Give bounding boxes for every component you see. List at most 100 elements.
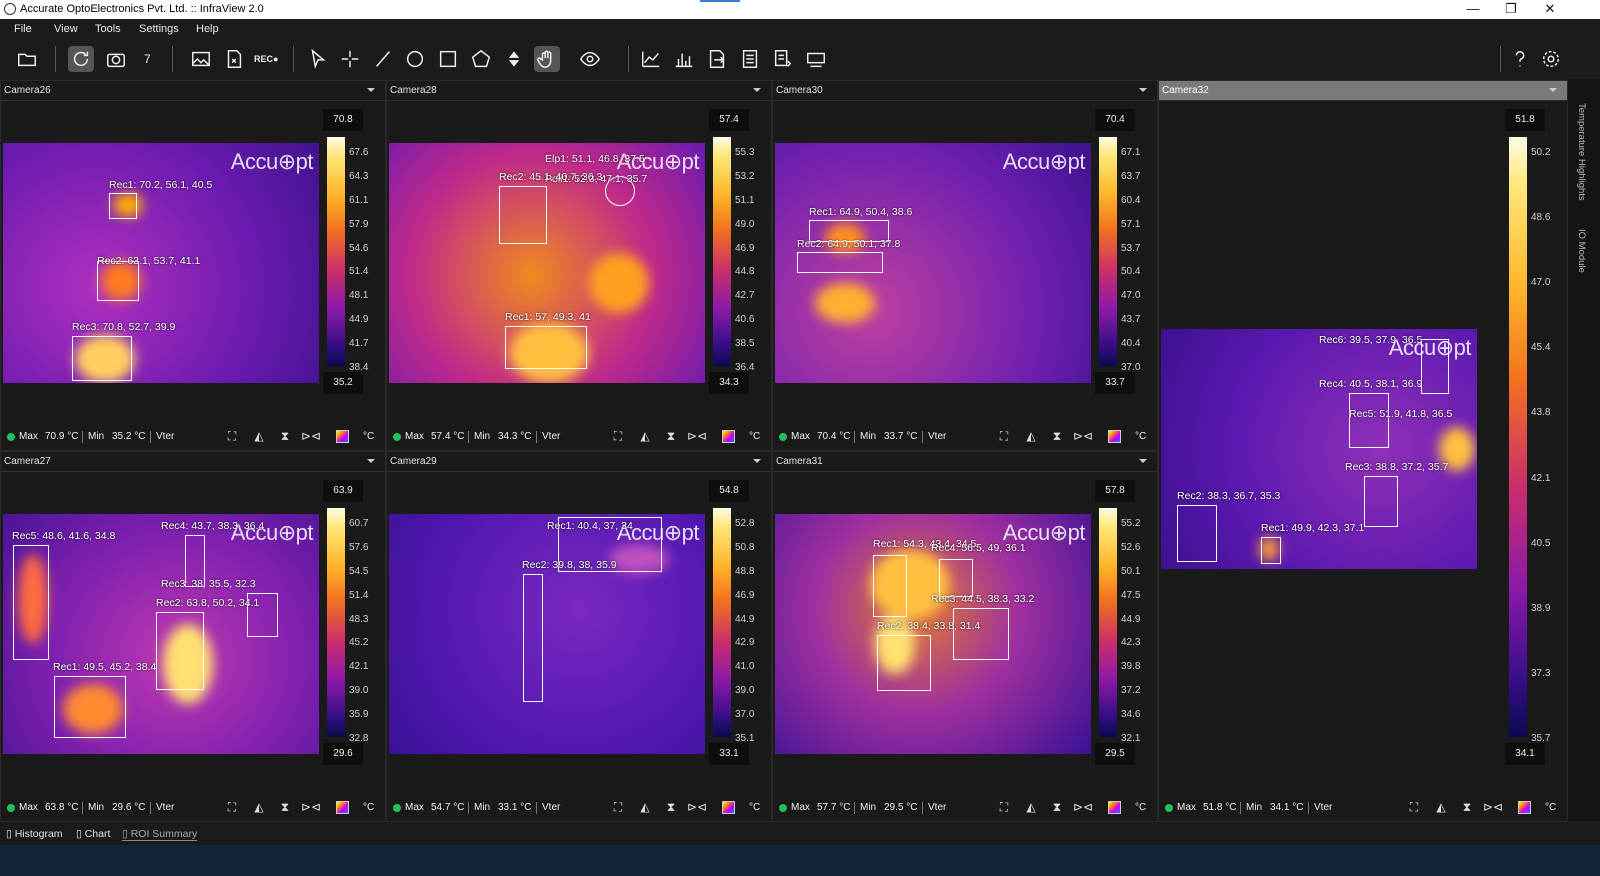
palette-icon[interactable] <box>722 801 735 814</box>
flip-horizontal-icon[interactable]: ⧗ <box>1459 799 1475 815</box>
palette-icon[interactable] <box>1518 801 1531 814</box>
roi-box[interactable] <box>1261 537 1281 564</box>
thermal-image[interactable]: Accu⊕pt Rec1: 40.4, 37, 34 Rec2: 39.8, 38,… <box>389 514 705 754</box>
fullscreen-icon[interactable]: ⛶ <box>996 428 1012 444</box>
palette-icon[interactable] <box>1108 801 1121 814</box>
fullscreen-icon[interactable]: ⛶ <box>224 799 240 815</box>
updown-icon[interactable] <box>501 46 527 72</box>
help-icon[interactable] <box>1507 46 1533 72</box>
image-icon[interactable] <box>188 46 214 72</box>
flip-horizontal-icon[interactable]: ⧗ <box>277 799 293 815</box>
rectangle-icon[interactable] <box>435 46 461 72</box>
roi-box[interactable] <box>13 545 49 660</box>
flip-horizontal-icon[interactable]: ⧗ <box>663 799 679 815</box>
camera-panel-camera27[interactable]: Camera27 Accu⊕pt Rec5: 48.6, 41.6, 34.8 Rec… <box>0 451 386 822</box>
flip-vertical-icon[interactable]: ◭ <box>1433 799 1449 815</box>
roi-box[interactable] <box>54 676 126 738</box>
menu-help[interactable]: Help <box>196 23 219 35</box>
unit-toggle[interactable]: °C <box>1135 802 1146 813</box>
flip-horizontal-icon[interactable]: ⧗ <box>277 428 293 444</box>
mirror-icon[interactable]: ⊳⊲ <box>301 799 321 815</box>
report-icon[interactable] <box>737 46 763 72</box>
roi-box[interactable] <box>877 635 931 691</box>
bar-chart-icon[interactable] <box>671 46 697 72</box>
flip-vertical-icon[interactable]: ◭ <box>251 799 267 815</box>
unit-toggle[interactable]: °C <box>363 802 374 813</box>
roi-box[interactable] <box>156 612 204 690</box>
thermal-image[interactable]: Accu⊕pt Rec1: 70.2, 56.1, 40.5 Rec2: 63.1,… <box>3 143 319 383</box>
menu-view[interactable]: View <box>54 23 78 35</box>
thermal-image[interactable]: Accu⊕pt Rec1: 54.3, 43.4, 34.5 Rec4: 56.5,… <box>775 514 1091 754</box>
menu-settings[interactable]: Settings <box>139 23 179 35</box>
export-icon[interactable] <box>221 46 247 72</box>
thermal-image[interactable]: Accu⊕pt Rec6: 39.5, 37.9, 36.5 Rec4: 40.5,… <box>1161 329 1477 569</box>
line-chart-icon[interactable] <box>638 46 664 72</box>
eye-icon[interactable] <box>577 46 603 72</box>
flip-vertical-icon[interactable]: ◭ <box>1023 428 1039 444</box>
roi-box[interactable] <box>873 555 907 617</box>
menu-tools[interactable]: Tools <box>95 23 121 35</box>
temperature-highlights-tab[interactable]: Temperature Highlights <box>1576 103 1587 201</box>
report-export-icon[interactable] <box>704 46 730 72</box>
tab-chart[interactable]: ▯ Chart <box>76 828 110 840</box>
roi-box[interactable] <box>1349 393 1389 448</box>
mirror-icon[interactable]: ⊳⊲ <box>687 428 707 444</box>
unit-toggle[interactable]: °C <box>1135 431 1146 442</box>
roi-box[interactable] <box>797 252 883 273</box>
unit-toggle[interactable]: °C <box>1545 802 1556 813</box>
mirror-icon[interactable]: ⊳⊲ <box>1483 799 1503 815</box>
unit-toggle[interactable]: °C <box>749 431 760 442</box>
roi-box[interactable] <box>72 336 132 381</box>
camera-panel-camera30[interactable]: Camera30 Accu⊕pt Rec1: 64.9, 50.4, 38.6 Rec… <box>772 80 1158 451</box>
fullscreen-icon[interactable]: ⛶ <box>610 428 626 444</box>
roi-box[interactable] <box>1177 505 1217 562</box>
line-icon[interactable] <box>370 46 396 72</box>
camera-icon[interactable] <box>103 46 129 72</box>
roi-box[interactable] <box>505 326 587 369</box>
tab-roi-summary[interactable]: ▯ ROI Summary <box>122 828 198 841</box>
palette-icon[interactable] <box>336 801 349 814</box>
maximize-button[interactable]: ❐ <box>1496 1 1526 17</box>
fullscreen-icon[interactable]: ⛶ <box>610 799 626 815</box>
camera-panel-camera32[interactable]: Camera32 Accu⊕pt Rec6: 39.5, 37.9, 36.5 Rec… <box>1158 80 1568 822</box>
minimize-button[interactable]: — <box>1458 1 1488 16</box>
flip-horizontal-icon[interactable]: ⧗ <box>663 428 679 444</box>
mirror-icon[interactable]: ⊳⊲ <box>687 799 707 815</box>
pointer-icon[interactable] <box>305 46 331 72</box>
flip-vertical-icon[interactable]: ◭ <box>637 799 653 815</box>
roi-box[interactable] <box>1421 339 1449 394</box>
hand-icon[interactable] <box>534 46 560 72</box>
palette-icon[interactable] <box>336 430 349 443</box>
fullscreen-icon[interactable]: ⛶ <box>1406 799 1422 815</box>
tab-histogram[interactable]: ▯ Histogram <box>6 828 63 840</box>
camera-panel-camera31[interactable]: Camera31 Accu⊕pt Rec1: 54.3, 43.4, 34.5 Rec… <box>772 451 1158 822</box>
roi-box[interactable] <box>109 193 137 219</box>
camera-panel-camera28[interactable]: Camera28 Accu⊕pt Elp1: 51.1, 46.8, 37.5 Pol… <box>386 80 772 451</box>
io-module-tab[interactable]: IO Module <box>1576 229 1587 273</box>
palette-icon[interactable] <box>722 430 735 443</box>
roi-box[interactable] <box>939 559 973 597</box>
palette-icon[interactable] <box>1108 430 1121 443</box>
unit-toggle[interactable]: °C <box>363 431 374 442</box>
menu-file[interactable]: File <box>14 23 32 35</box>
close-button[interactable]: ✕ <box>1535 1 1565 17</box>
flip-vertical-icon[interactable]: ◭ <box>637 428 653 444</box>
roi-box[interactable] <box>523 574 543 702</box>
flip-horizontal-icon[interactable]: ⧗ <box>1049 428 1065 444</box>
thermal-image[interactable]: Accu⊕pt Rec1: 64.9, 50.4, 38.6 Rec2: 64.9,… <box>775 143 1091 383</box>
fullscreen-icon[interactable]: ⛶ <box>996 799 1012 815</box>
flip-vertical-icon[interactable]: ◭ <box>1023 799 1039 815</box>
roi-box[interactable] <box>499 186 547 244</box>
refresh-icon[interactable] <box>68 46 94 72</box>
polygon-icon[interactable] <box>468 46 494 72</box>
crosshair-icon[interactable] <box>337 46 363 72</box>
fullscreen-icon[interactable]: ⛶ <box>224 428 240 444</box>
unit-toggle[interactable]: °C <box>749 802 760 813</box>
mirror-icon[interactable]: ⊳⊲ <box>1073 428 1093 444</box>
thermal-image[interactable]: Accu⊕pt Rec5: 48.6, 41.6, 34.8 Rec4: 43.7,… <box>3 514 319 754</box>
record-button[interactable]: REC● <box>254 54 278 64</box>
camera-panel-camera26[interactable]: Camera26 Accu⊕pt Rec1: 70.2, 56.1, 40.5 Rec… <box>0 80 386 451</box>
ellipse-icon[interactable] <box>402 46 428 72</box>
thermal-image[interactable]: Accu⊕pt Elp1: 51.1, 46.8, 37.5 Poli1: 52.3… <box>389 143 705 383</box>
roi-box[interactable] <box>97 261 139 301</box>
